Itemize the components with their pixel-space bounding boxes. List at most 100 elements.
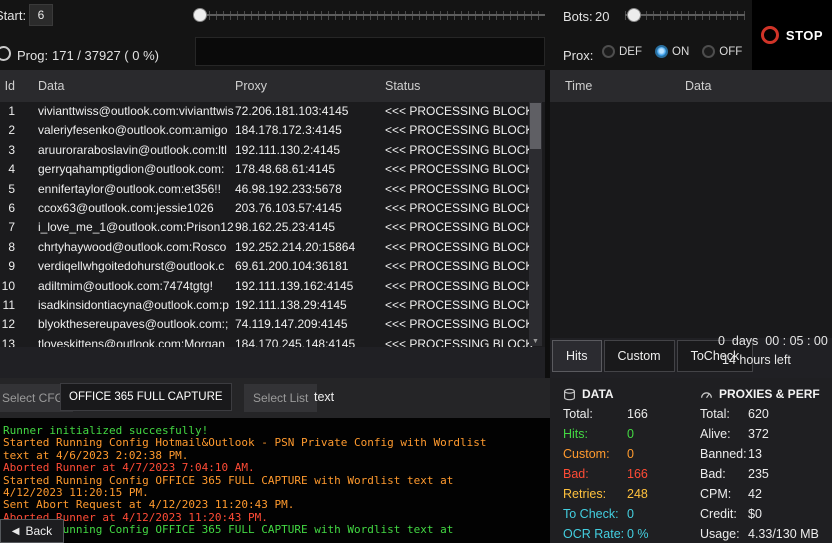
row-id: 1 [2, 102, 15, 121]
cell-data: i_love_me_1@outlook.com:Prison12 [38, 218, 235, 237]
back-button[interactable]: ◀ Back [0, 519, 64, 543]
row-id: 8 [2, 238, 15, 257]
proxy-mode-on[interactable]: ON [655, 45, 689, 58]
cell-data: gerryqahamptigdion@outlook.com: [38, 160, 235, 179]
cell-proxy: 72.206.181.103:4145 [235, 102, 385, 121]
stat-row: To Check:0 [563, 507, 649, 527]
proxy-mode-group: DEF ON OFF [602, 45, 742, 58]
column-proxy[interactable]: Proxy [235, 70, 385, 102]
cell-status: <<< PROCESSING BLOCK [385, 141, 545, 160]
radio-label: OFF [719, 46, 742, 58]
table-row[interactable]: 8chrtyhaywood@outlook.com:Rosco192.252.2… [0, 238, 545, 257]
cell-data: valeriyfesenko@outlook.com:amigo [38, 121, 235, 140]
column-status[interactable]: Status [385, 70, 545, 102]
elapsed-timer: 0 days 00 : 05 : 00 [718, 334, 828, 348]
bots-label: Bots: [563, 9, 593, 24]
column-data[interactable]: Data [685, 70, 832, 102]
cell-proxy: 74.119.147.209:4145 [235, 315, 385, 334]
stat-row: CPM:42 [700, 487, 820, 507]
slider-thumb[interactable] [627, 8, 641, 22]
hits-grid: Time Data [550, 70, 832, 338]
table-row[interactable]: 13tloveskittens@outlook.com:Morgan184.17… [0, 335, 545, 347]
proxy-mode-def[interactable]: DEF [602, 45, 642, 58]
stat-label: Total: [700, 407, 748, 421]
cell-data: ennifertaylor@outlook.com:et356!! [38, 180, 235, 199]
stat-row: Hits:0 [563, 427, 649, 447]
cell-data: ccox63@outlook.com:jessie1026 [38, 199, 235, 218]
table-row[interactable]: 9verdiqellwhgoitedohurst@outlook.c69.61.… [0, 257, 545, 276]
row-id: 10 [2, 277, 15, 296]
cell-proxy: 46.98.192.233:5678 [235, 180, 385, 199]
cell-data: vivianttwiss@outlook.com:vivianttwis [38, 102, 235, 121]
config-name-box[interactable]: OFFICE 365 FULL CAPTURE [60, 383, 232, 411]
start-input[interactable]: 6 [29, 4, 53, 26]
data-stats-title: DATA [582, 387, 614, 401]
table-row[interactable]: 6ccox63@outlook.com:jessie1026203.76.103… [0, 199, 545, 218]
scrollbar-thumb[interactable] [530, 103, 541, 149]
column-time[interactable]: Time [565, 70, 685, 102]
stat-value: 0 [627, 507, 634, 521]
cell-data: tloveskittens@outlook.com:Morgan [38, 335, 235, 347]
log-line: Started Running Config OFFICE 365 FULL C… [3, 524, 550, 536]
cell-id: 9 [2, 257, 38, 276]
row-id: 2 [2, 121, 15, 140]
tab-hits[interactable]: Hits [552, 340, 602, 372]
row-id: 12 [2, 315, 15, 334]
stat-row: Banned:13 [700, 447, 820, 467]
cell-status: <<< PROCESSING BLOCK [385, 121, 545, 140]
cell-data: adiltmim@outlook.com:7474tgtg! [38, 277, 235, 296]
stat-row: Alive:372 [700, 427, 820, 447]
table-row[interactable]: 4gerryqahamptigdion@outlook.com:178.48.6… [0, 160, 545, 179]
prog-value: 171 / 37927 ( 0 %) [52, 48, 159, 63]
cell-proxy: 192.111.139.162:4145 [235, 277, 385, 296]
runner-log: Runner initialized succesfully!Started R… [0, 418, 550, 543]
table-row[interactable]: 12blyokthesereupaves@outlook.com:;74.119… [0, 315, 545, 334]
table-row[interactable]: 2 valeriyfesenko@outlook.com:amigo184.178… [0, 121, 545, 140]
table-row[interactable]: 11isadkinsidontiacyna@outlook.com:p192.1… [0, 296, 545, 315]
scroll-down-icon[interactable]: ▼ [529, 338, 542, 345]
table-row[interactable]: 3aruuroraraboslavin@outlook.com:ltl192.1… [0, 141, 545, 160]
results-body: 1 vivianttwiss@outlook.com:vivianttwis72.… [0, 102, 545, 347]
tab-custom[interactable]: Custom [604, 340, 675, 372]
cell-status: <<< PROCESSING BLOCK [385, 315, 545, 334]
stat-row: Total:620 [700, 407, 820, 427]
table-row[interactable]: 10 adiltmim@outlook.com:7474tgtg!192.111.… [0, 277, 545, 296]
stat-label: Bad: [563, 467, 627, 481]
cell-status: <<< PROCESSING BLOCK [385, 199, 545, 218]
stat-label: Credit: [700, 507, 748, 521]
cell-id: 2 [2, 121, 38, 140]
cell-data: isadkinsidontiacyna@outlook.com:p [38, 296, 235, 315]
table-row[interactable]: 7i_love_me_1@outlook.com:Prison1298.162.… [0, 218, 545, 237]
cell-id: 1 [2, 102, 38, 121]
slider-thumb[interactable] [193, 8, 207, 22]
stat-row: Bad:166 [563, 467, 649, 487]
proxy-mode-off[interactable]: OFF [702, 45, 742, 58]
cell-status: <<< PROCESSING BLOCK [385, 238, 545, 257]
stats-panel: DATA Total:166Hits:0Custom:0Bad:166Retri… [550, 378, 832, 543]
cell-id: 4 [2, 160, 38, 179]
slider-track [625, 14, 745, 16]
start-label: Start: [0, 8, 26, 23]
cell-proxy: 184.178.172.3:4145 [235, 121, 385, 140]
cell-id: 13 [2, 335, 38, 347]
select-list-button[interactable]: Select List [244, 384, 317, 412]
cell-id: 7 [2, 218, 38, 237]
prox-label: Prox: [563, 48, 593, 63]
start-slider[interactable] [195, 6, 545, 22]
stop-button[interactable]: STOP [752, 0, 832, 70]
column-id[interactable]: Id [2, 70, 38, 102]
bots-slider[interactable] [625, 6, 745, 22]
stat-row: Credit:$0 [700, 507, 820, 527]
stat-label: Total: [563, 407, 627, 421]
cell-status: <<< PROCESSING BLOCK [385, 102, 545, 121]
row-id: 3 [2, 141, 15, 160]
row-id: 13 [2, 335, 15, 347]
cell-status: <<< PROCESSING BLOCK [385, 296, 545, 315]
stat-value: $0 [748, 507, 762, 521]
column-data[interactable]: Data [38, 70, 235, 102]
vertical-scrollbar[interactable]: ▼ [529, 102, 542, 346]
table-row[interactable]: 1 vivianttwiss@outlook.com:vivianttwis72.… [0, 102, 545, 121]
table-row[interactable]: 5ennifertaylor@outlook.com:et356!!46.98.… [0, 180, 545, 199]
stat-value: 620 [748, 407, 769, 421]
progress-input[interactable] [195, 37, 545, 66]
